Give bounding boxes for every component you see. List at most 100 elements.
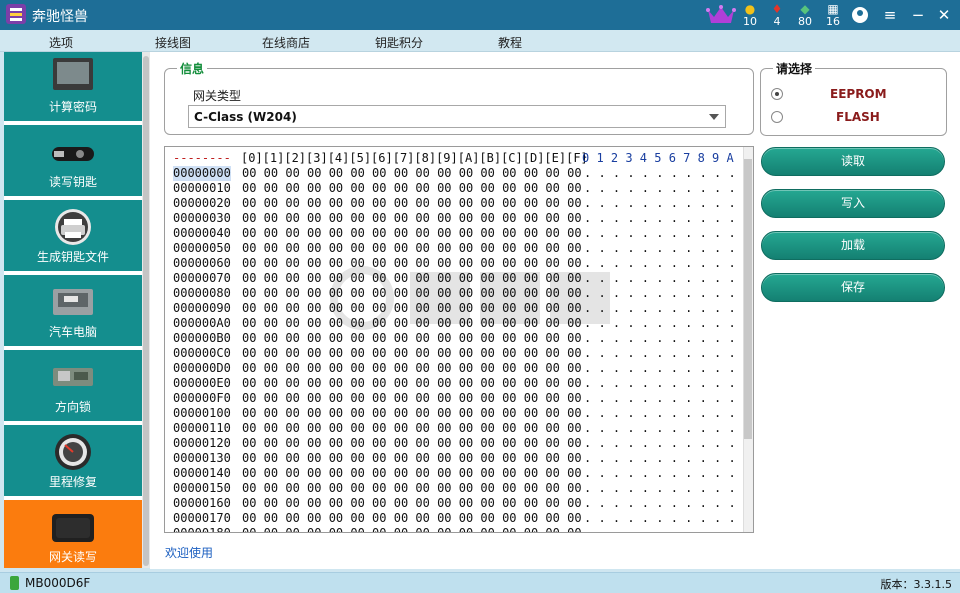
hex-row-bytes[interactable]: 00 00 00 00 00 00 00 00 00 00 00 00 00 0… <box>242 166 582 181</box>
hex-row-bytes[interactable]: 00 00 00 00 00 00 00 00 00 00 00 00 00 0… <box>242 331 582 346</box>
sidebar-item-mileage-repair[interactable]: 里程修复 <box>4 425 142 498</box>
hex-row-address[interactable]: 00000080 <box>173 286 231 301</box>
hex-row-address[interactable]: 000000C0 <box>173 346 231 361</box>
sidebar-scroll-thumb[interactable] <box>143 56 149 566</box>
hex-row-address[interactable]: 00000110 <box>173 421 231 436</box>
coin-counter[interactable]: ● 10 <box>737 2 763 28</box>
load-button[interactable]: 加载 <box>761 231 945 260</box>
sidebar-item-gateway-read-write[interactable]: 网关读写 <box>4 500 142 568</box>
sidebar-item-read-write-key[interactable]: 读写钥匙 <box>4 125 142 198</box>
flash-label[interactable]: FLASH <box>836 110 880 124</box>
hex-row-address[interactable]: 00000150 <box>173 481 231 496</box>
hex-row-address[interactable]: 000000B0 <box>173 331 231 346</box>
hex-row-bytes[interactable]: 00 00 00 00 00 00 00 00 00 00 00 00 00 0… <box>242 481 582 496</box>
hex-row-ascii: . . . . . . . . . . . <box>584 481 736 495</box>
menu-wiring[interactable]: 接线图 <box>155 34 191 51</box>
menu-bar: 选项 接线图 在线商店 钥匙积分 教程 <box>0 30 960 52</box>
sidebar-item-car-ecu[interactable]: 汽车电脑 <box>4 275 142 348</box>
hex-scrollbar[interactable] <box>743 147 753 532</box>
hex-row-bytes[interactable]: 00 00 00 00 00 00 00 00 00 00 00 00 00 0… <box>242 436 582 451</box>
flash-radio[interactable] <box>771 111 783 123</box>
hex-row-address[interactable]: 00000040 <box>173 226 231 241</box>
device-code: MB000D6F <box>25 576 91 590</box>
menu-store[interactable]: 在线商店 <box>262 34 310 51</box>
hex-row-ascii: . . . . . . . . . . . <box>584 526 736 533</box>
hex-row-bytes[interactable]: 00 00 00 00 00 00 00 00 00 00 00 00 00 0… <box>242 466 582 481</box>
menu-tutorial[interactable]: 教程 <box>498 34 522 51</box>
sidebar-item-calc-password[interactable]: 计算密码 <box>4 52 142 123</box>
red-gem-icon: ♦ <box>771 2 783 16</box>
close-icon[interactable]: ✕ <box>934 5 954 25</box>
menu-options[interactable]: 选项 <box>49 34 73 51</box>
hex-row-bytes[interactable]: 00 00 00 00 00 00 00 00 00 00 00 00 00 0… <box>242 241 582 256</box>
sidebar-item-generate-key-file[interactable]: 生成钥匙文件 <box>4 200 142 273</box>
green-gem-icon: ◆ <box>800 2 810 16</box>
gateway-type-label: 网关类型 <box>193 89 242 103</box>
menu-icon[interactable]: ≡ <box>880 5 900 25</box>
hex-row-bytes[interactable]: 00 00 00 00 00 00 00 00 00 00 00 00 00 0… <box>242 271 582 286</box>
hex-scroll-thumb[interactable] <box>744 159 752 439</box>
menu-key-points[interactable]: 钥匙积分 <box>375 34 423 51</box>
hex-row-address[interactable]: 00000060 <box>173 256 231 271</box>
hex-row-address[interactable]: 00000160 <box>173 496 231 511</box>
hex-row-bytes[interactable]: 00 00 00 00 00 00 00 00 00 00 00 00 00 0… <box>242 301 582 316</box>
hex-row-bytes[interactable]: 00 00 00 00 00 00 00 00 00 00 00 00 00 0… <box>242 211 582 226</box>
hex-row-bytes[interactable]: 00 00 00 00 00 00 00 00 00 00 00 00 00 0… <box>242 421 582 436</box>
hex-row-ascii: . . . . . . . . . . . <box>584 496 736 510</box>
hex-row-ascii: . . . . . . . . . . . <box>584 301 736 315</box>
hex-row-bytes[interactable]: 00 00 00 00 00 00 00 00 00 00 00 00 00 0… <box>242 406 582 421</box>
green-gem-counter[interactable]: ◆ 80 <box>792 2 818 28</box>
red-gem-counter[interactable]: ♦ 4 <box>764 2 790 28</box>
hex-row-bytes[interactable]: 00 00 00 00 00 00 00 00 00 00 00 00 00 0… <box>242 361 582 376</box>
title-bar: 奔驰怪兽 ● 10 ♦ 4 ◆ 80 ▦ 16 ≡ − ✕ <box>0 0 960 30</box>
hex-row-address[interactable]: 00000030 <box>173 211 231 226</box>
gateway-type-select[interactable]: C-Class (W204) <box>188 105 726 128</box>
hex-row-address[interactable]: 000000A0 <box>173 316 231 331</box>
hex-row-bytes[interactable]: 00 00 00 00 00 00 00 00 00 00 00 00 00 0… <box>242 451 582 466</box>
chevron-down-icon[interactable] <box>709 114 719 120</box>
write-button[interactable]: 写入 <box>761 189 945 218</box>
hex-row-address[interactable]: 00000000 <box>173 166 231 181</box>
calendar-counter[interactable]: ▦ 16 <box>820 2 846 28</box>
hex-row-address[interactable]: 00000050 <box>173 241 231 256</box>
hex-row-address[interactable]: 00000170 <box>173 511 231 526</box>
hex-row-ascii: . . . . . . . . . . . <box>584 166 736 180</box>
hex-row-bytes[interactable]: 00 00 00 00 00 00 00 00 00 00 00 00 00 0… <box>242 286 582 301</box>
hex-row-address[interactable]: 000000E0 <box>173 376 231 391</box>
hex-row-address[interactable]: 00000140 <box>173 466 231 481</box>
user-icon[interactable] <box>852 7 868 23</box>
hex-row-ascii: . . . . . . . . . . . <box>584 466 736 480</box>
hex-ascii-header: 0 1 2 3 4 5 6 7 8 9 A <box>582 151 734 165</box>
eeprom-radio[interactable] <box>771 88 783 100</box>
welcome-text: 欢迎使用 <box>165 546 214 560</box>
hex-row-address[interactable]: 000000F0 <box>173 391 231 406</box>
hex-row-address[interactable]: 00000010 <box>173 181 231 196</box>
hex-viewer[interactable]: -------- [0][1][2][3][4][5][6][7][8][9][… <box>164 146 754 533</box>
hex-row-address[interactable]: 00000120 <box>173 436 231 451</box>
crown-icon[interactable] <box>706 4 736 26</box>
hex-row-bytes[interactable]: 00 00 00 00 00 00 00 00 00 00 00 00 00 0… <box>242 181 582 196</box>
hex-row-address[interactable]: 00000020 <box>173 196 231 211</box>
hex-row-bytes[interactable]: 00 00 00 00 00 00 00 00 00 00 00 00 00 0… <box>242 511 582 526</box>
hex-row-bytes[interactable]: 00 00 00 00 00 00 00 00 00 00 00 00 00 0… <box>242 391 582 406</box>
hex-row-bytes[interactable]: 00 00 00 00 00 00 00 00 00 00 00 00 00 0… <box>242 316 582 331</box>
hex-row-ascii: . . . . . . . . . . . <box>584 256 736 270</box>
minimize-icon[interactable]: − <box>908 5 928 25</box>
sidebar-item-steering-lock[interactable]: 方向锁 <box>4 350 142 423</box>
hex-row-bytes[interactable]: 00 00 00 00 00 00 00 00 00 00 00 00 00 0… <box>242 526 582 532</box>
hex-row-address[interactable]: 000000D0 <box>173 361 231 376</box>
hex-row-bytes[interactable]: 00 00 00 00 00 00 00 00 00 00 00 00 00 0… <box>242 226 582 241</box>
read-button[interactable]: 读取 <box>761 147 945 176</box>
eeprom-label[interactable]: EEPROM <box>830 87 887 101</box>
hex-row-address[interactable]: 00000130 <box>173 451 231 466</box>
hex-row-address[interactable]: 00000180 <box>173 526 231 532</box>
hex-row-bytes[interactable]: 00 00 00 00 00 00 00 00 00 00 00 00 00 0… <box>242 196 582 211</box>
hex-row-address[interactable]: 00000100 <box>173 406 231 421</box>
hex-row-address[interactable]: 00000070 <box>173 271 231 286</box>
hex-row-address[interactable]: 00000090 <box>173 301 231 316</box>
hex-row-bytes[interactable]: 00 00 00 00 00 00 00 00 00 00 00 00 00 0… <box>242 496 582 511</box>
hex-row-bytes[interactable]: 00 00 00 00 00 00 00 00 00 00 00 00 00 0… <box>242 256 582 271</box>
save-button[interactable]: 保存 <box>761 273 945 302</box>
hex-row-bytes[interactable]: 00 00 00 00 00 00 00 00 00 00 00 00 00 0… <box>242 346 582 361</box>
hex-row-bytes[interactable]: 00 00 00 00 00 00 00 00 00 00 00 00 00 0… <box>242 376 582 391</box>
